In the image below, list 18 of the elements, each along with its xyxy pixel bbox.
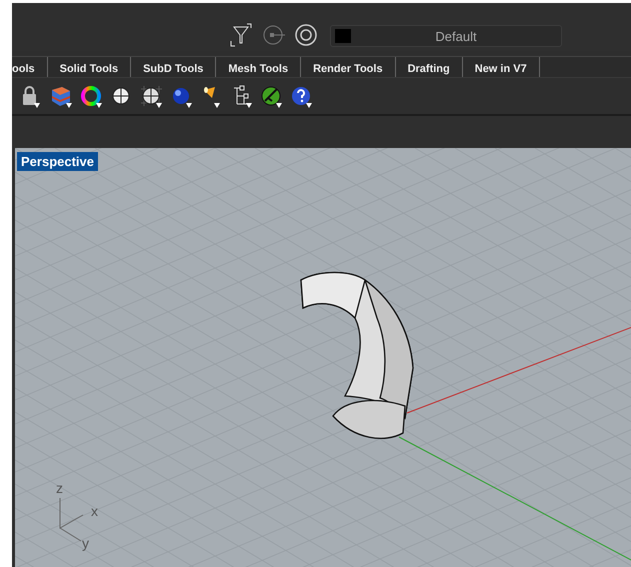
x-axis-label: x (91, 503, 98, 519)
lock-icon[interactable] (20, 84, 42, 108)
concentric-circles-icon[interactable] (294, 23, 318, 47)
globe-icon[interactable] (260, 84, 282, 108)
grid-sphere-icon[interactable] (140, 84, 162, 108)
layer-color-swatch (335, 29, 351, 43)
solid-box-icon[interactable] (50, 84, 72, 108)
viewport-title[interactable]: Perspective (17, 152, 98, 171)
point-arrow-icon[interactable] (262, 23, 286, 47)
layer-dropdown[interactable]: Default (330, 25, 562, 47)
color-wheel-icon[interactable] (80, 84, 102, 108)
filter-icon[interactable] (230, 23, 254, 47)
y-axis-label: y (82, 535, 89, 551)
perspective-viewport[interactable]: Perspective z x y (15, 148, 631, 567)
z-axis-label: z (56, 480, 63, 496)
help-icon[interactable] (290, 84, 312, 108)
toolbar-tab[interactable]: ools (12, 57, 48, 77)
axis-triad-drawing (60, 498, 84, 542)
